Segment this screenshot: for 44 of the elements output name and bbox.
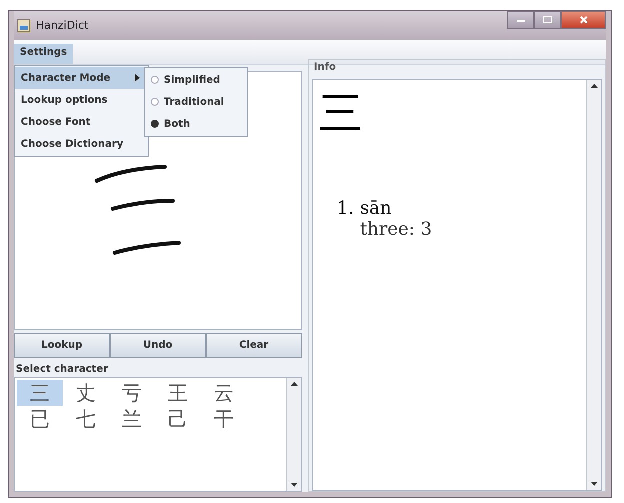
maximize-button[interactable] xyxy=(534,11,561,29)
character-option[interactable]: 七 xyxy=(63,406,109,432)
menu-item[interactable]: Lookup options xyxy=(15,89,148,111)
action-button[interactable]: Clear xyxy=(206,333,302,358)
window-title: HanziDict xyxy=(36,19,89,32)
scroll-up-icon[interactable] xyxy=(290,380,298,389)
menu-item[interactable]: Choose Font xyxy=(15,111,148,133)
scroll-up-icon[interactable] xyxy=(590,82,598,91)
radio-menu-item[interactable]: Simplified xyxy=(145,69,247,91)
character-option[interactable]: 王 xyxy=(155,380,201,406)
action-button[interactable]: Undo xyxy=(110,333,206,358)
radio-button[interactable] xyxy=(151,98,159,106)
character-option[interactable]: 亏 xyxy=(109,380,155,406)
entry-number: 1. xyxy=(337,198,354,222)
character-option[interactable]: 己 xyxy=(155,406,201,432)
maximize-icon xyxy=(542,16,552,24)
radio-button[interactable] xyxy=(151,76,159,84)
app-icon xyxy=(17,18,31,32)
minimize-icon xyxy=(516,17,526,23)
section-label: Select character xyxy=(16,364,110,375)
definition-text: three: 3 xyxy=(360,219,432,240)
character-option[interactable]: 云 xyxy=(201,380,247,406)
pinyin-text: sān xyxy=(360,198,392,220)
scrollbar[interactable] xyxy=(586,80,601,490)
character-option[interactable]: 干 xyxy=(201,406,247,432)
character-option[interactable]: 三 xyxy=(17,380,63,406)
menu-item[interactable]: Choose Dictionary xyxy=(15,133,148,155)
character-option[interactable]: 兰 xyxy=(109,406,155,432)
radio-button[interactable] xyxy=(151,120,159,128)
radio-menu-item[interactable]: Traditional xyxy=(145,91,247,113)
minimize-button[interactable] xyxy=(507,11,534,29)
action-button[interactable]: Lookup xyxy=(14,333,110,358)
character-option[interactable]: 已 xyxy=(17,406,63,432)
close-button[interactable] xyxy=(561,11,606,29)
menu-item[interactable]: Settings xyxy=(14,44,74,64)
scrollbar[interactable] xyxy=(286,378,301,491)
submenu-arrow-icon xyxy=(135,74,140,82)
scroll-down-icon[interactable] xyxy=(590,479,598,488)
character-option[interactable]: 丈 xyxy=(63,380,109,406)
panel-title: Info xyxy=(314,62,338,73)
close-icon xyxy=(578,16,588,24)
radio-menu-item[interactable]: Both xyxy=(145,113,247,135)
character-glyph: 三 xyxy=(319,90,363,138)
scroll-down-icon[interactable] xyxy=(290,480,298,489)
